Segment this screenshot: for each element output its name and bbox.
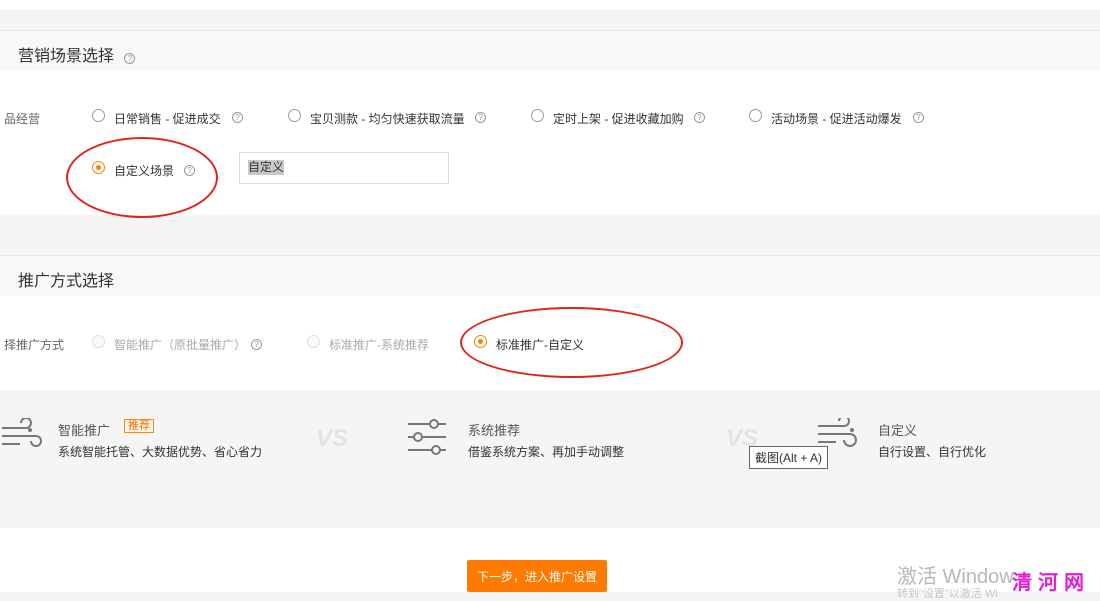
top-panel (0, 0, 1100, 10)
card-system-title: 系统推荐 (468, 423, 521, 438)
promo-section-title: 推广方式选择 (18, 273, 115, 290)
screenshot-tooltip: 截图(Alt + A) (749, 446, 829, 469)
next-step-button[interactable]: 下一步，进入推广设置 (467, 560, 607, 592)
scene-section-title: 营销场景选择 ? (18, 42, 136, 66)
radio-standard-system[interactable] (307, 335, 320, 348)
help-icon[interactable]: ? (124, 53, 136, 64)
help-icon[interactable]: ? (913, 112, 924, 123)
card-custom-desc: 自行设置、自行优化 (878, 445, 987, 459)
smart-promo-label: 智能推广（原批量推广） (114, 338, 247, 352)
radio-activity-scene[interactable] (749, 109, 762, 122)
daily-sales-label: 日常销售 - 促进成交 (114, 112, 221, 126)
help-icon[interactable]: ? (251, 339, 262, 350)
promo-row-label: 择推广方式 (4, 338, 65, 352)
custom-scene-input[interactable] (239, 152, 449, 184)
promo-section-header: 推广方式选择 (0, 255, 1100, 297)
annotation-circle (66, 137, 218, 218)
radio-scheduled-listing[interactable] (531, 109, 544, 122)
card-system-desc: 借鉴系统方案、再加手动调整 (468, 445, 625, 459)
help-icon[interactable]: ? (232, 112, 243, 123)
card-custom-title: 自定义 (878, 423, 918, 438)
radio-smart-promo[interactable] (92, 335, 105, 348)
help-icon[interactable]: ? (694, 112, 705, 123)
activity-scene-label: 活动场景 - 促进活动爆发 (771, 112, 902, 126)
compare-panel (0, 390, 1100, 488)
scene-section-header: 营销场景选择 ? (0, 30, 1100, 72)
activation-watermark-sub: 转到"设置"以激活 Wi (897, 588, 998, 600)
annotation-circle (460, 307, 683, 378)
help-icon[interactable]: ? (475, 112, 486, 123)
sliders-icon (408, 419, 446, 455)
card-smart-desc: 系统智能托管、大数据优势、省心省力 (58, 445, 263, 459)
standard-system-label: 标准推广-系统推荐 (329, 338, 429, 352)
card-smart-title: 智能推广 (58, 423, 111, 438)
vs-label: VS (316, 425, 349, 452)
scheduled-listing-label: 定时上架 - 促进收藏加购 (553, 112, 684, 126)
radio-daily-sales[interactable] (92, 109, 105, 122)
item-test-label: 宝贝测款 - 均匀快速获取流量 (310, 112, 465, 126)
recommend-badge: 推荐 (124, 419, 154, 433)
site-logo: 清河网 (1012, 572, 1090, 594)
wind-icon (2, 418, 42, 447)
radio-item-test[interactable] (288, 109, 301, 122)
scene-row-label: 品经营 (4, 112, 41, 126)
